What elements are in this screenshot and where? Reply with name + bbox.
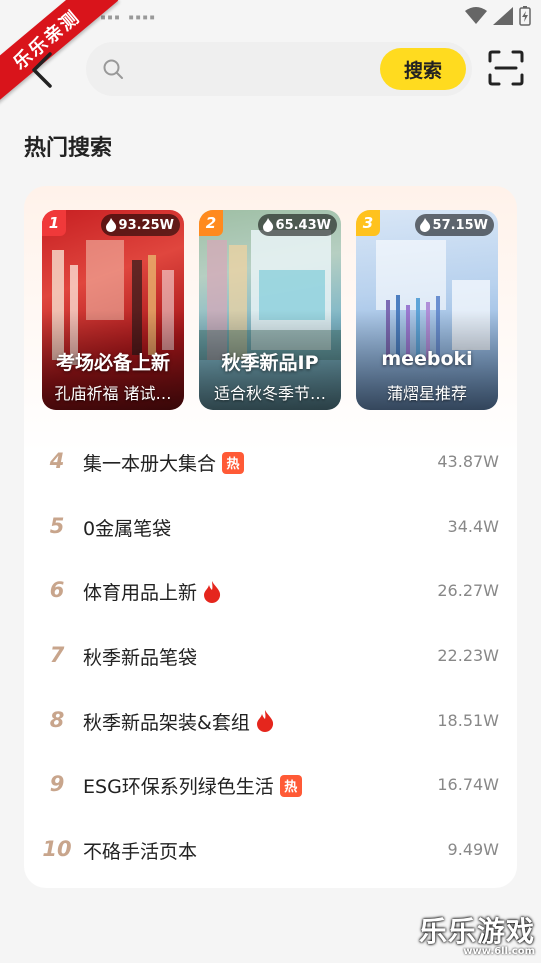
rank-number: 9 xyxy=(49,772,65,797)
scan-icon[interactable] xyxy=(488,50,524,86)
flame-icon xyxy=(105,218,116,232)
top3-row: 1 93.25W 考场必备上新 孔庙祈福 诸试… 2 65.43W 秋季新品IP… xyxy=(42,210,498,410)
card-subtitle: 蒲熠星推荐 xyxy=(386,384,467,403)
heat-value: 57.15W xyxy=(432,217,488,233)
hot-search-list: 4 集一本册大集合 热 43.87W 5 0金属笔袋 34.4W 6 体育用品上… xyxy=(24,429,517,882)
heat-value: 9.49W xyxy=(447,840,499,860)
card-subtitle: 孔庙祈福 诸试… xyxy=(54,384,172,403)
search-button[interactable]: 搜索 xyxy=(380,48,466,90)
item-label: 集一本册大集合 xyxy=(83,453,217,475)
rank-number: 7 xyxy=(49,643,65,668)
list-item[interactable]: 6 体育用品上新 26.27W xyxy=(24,558,517,623)
item-label: ESG环保系列绿色生活 xyxy=(83,776,274,799)
flame-icon xyxy=(262,218,273,232)
heat-value: 26.27W xyxy=(437,581,499,601)
rank-badge: 2 xyxy=(199,210,223,236)
heat-value: 93.25W xyxy=(118,217,174,233)
item-label: 0金属笔袋 xyxy=(83,517,172,540)
status-notification-icons: ▪▪▪ ▪▪▪▪ xyxy=(100,12,157,23)
rank-badge: 1 xyxy=(42,210,66,236)
rank-number: 10 xyxy=(42,837,72,862)
heat-value: 16.74W xyxy=(437,775,499,795)
rank-badge: 3 xyxy=(356,210,380,236)
card-title: 考场必备上新 xyxy=(55,352,170,374)
back-arrow-icon[interactable] xyxy=(26,50,66,90)
item-label: 秋季新品架装&套组 xyxy=(83,711,250,734)
watermark-brand: 乐乐游戏 xyxy=(418,915,535,948)
card-title: 秋季新品IP xyxy=(221,352,319,374)
heat-value: 65.43W xyxy=(275,217,331,233)
heat-badge: 57.15W xyxy=(414,214,494,236)
card-subtitle: 适合秋冬季节… xyxy=(213,384,326,403)
hot-tag-icon: 热 xyxy=(222,451,245,474)
rank-number: 8 xyxy=(49,707,65,732)
item-label: 秋季新品笔袋 xyxy=(83,647,198,670)
flame-icon xyxy=(419,218,430,232)
rank-number: 5 xyxy=(49,513,65,538)
list-item[interactable]: 9 ESG环保系列绿色生活 热 16.74W xyxy=(24,752,517,817)
section-title: 热门搜索 xyxy=(24,136,113,161)
signal-icon xyxy=(493,7,513,25)
heat-value: 34.4W xyxy=(447,516,499,536)
battery-icon xyxy=(519,6,531,26)
rank-number: 4 xyxy=(49,449,65,473)
top-search-card-2[interactable]: 2 65.43W 秋季新品IP 适合秋冬季节… xyxy=(199,210,341,410)
heat-value: 22.23W xyxy=(437,646,499,666)
hot-search-card: 1 93.25W 考场必备上新 孔庙祈福 诸试… 2 65.43W 秋季新品IP… xyxy=(24,186,517,888)
top-search-card-1[interactable]: 1 93.25W 考场必备上新 孔庙祈福 诸试… xyxy=(42,210,184,410)
heat-badge: 93.25W xyxy=(100,214,180,236)
search-icon xyxy=(103,59,123,79)
card-title: meeboki xyxy=(381,348,473,370)
top-search-card-3[interactable]: 3 57.15W meeboki 蒲熠星推荐 xyxy=(356,210,498,410)
list-item[interactable]: 7 秋季新品笔袋 22.23W xyxy=(24,623,517,688)
hot-tag-icon: 热 xyxy=(279,774,302,797)
list-item[interactable]: 4 集一本册大集合 热 43.87W xyxy=(24,429,517,494)
list-item[interactable]: 5 0金属笔袋 34.4W xyxy=(24,494,517,559)
heat-value: 18.51W xyxy=(437,710,499,730)
search-input[interactable]: 搜索 xyxy=(86,42,472,96)
wifi-icon xyxy=(465,7,487,24)
item-label: 不硌手活页本 xyxy=(83,841,198,864)
fire-icon xyxy=(204,580,221,603)
rank-number: 6 xyxy=(49,578,65,603)
site-watermark: 乐乐游戏 www.6ll.com xyxy=(419,910,535,957)
heat-value: 43.87W xyxy=(437,452,499,471)
item-label: 体育用品上新 xyxy=(83,582,198,605)
list-item[interactable]: 10 不硌手活页本 9.49W xyxy=(24,817,517,882)
fire-icon xyxy=(256,710,273,733)
heat-badge: 65.43W xyxy=(257,214,337,236)
list-item[interactable]: 8 秋季新品架装&套组 18.51W xyxy=(24,688,517,753)
